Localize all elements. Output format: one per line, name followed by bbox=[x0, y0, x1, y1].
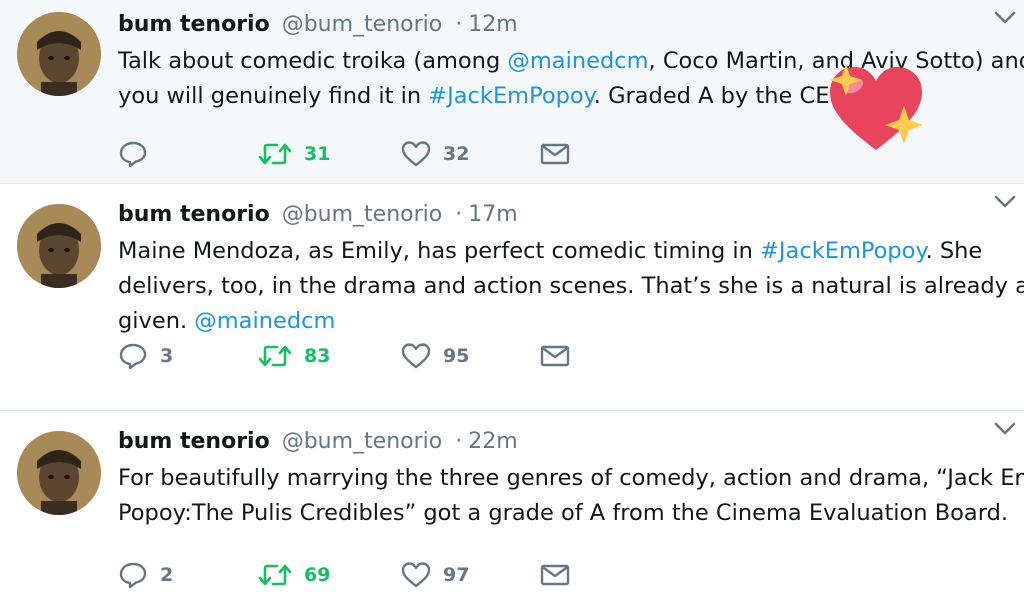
mention-link[interactable]: @mainedcm bbox=[507, 48, 648, 74]
tweet-text-line: Popoy:The Pulis Credibles” got a grade o… bbox=[118, 496, 1008, 531]
retweet-icon bbox=[258, 141, 292, 167]
direct-message-button[interactable] bbox=[540, 138, 570, 170]
timestamp[interactable]: 17m bbox=[468, 202, 517, 227]
tweet[interactable]: bum tenorio @bum_tenorio · 22m For beauti… bbox=[0, 411, 1024, 611]
reply-button[interactable]: 3 bbox=[118, 340, 258, 372]
hashtag-link[interactable]: #JackEmPopoy bbox=[428, 83, 594, 109]
envelope-icon bbox=[540, 563, 570, 587]
tweet[interactable]: bum tenorio @bum_tenorio · 17m Maine Mend… bbox=[0, 184, 1024, 411]
timestamp[interactable]: 12m bbox=[468, 12, 517, 37]
reply-icon bbox=[118, 342, 148, 370]
text-segment: . She bbox=[925, 238, 983, 264]
reply-count: 3 bbox=[160, 345, 174, 367]
heart-outline-icon bbox=[401, 140, 431, 168]
text-segment: . Graded A by the CEB. bbox=[593, 83, 853, 109]
tweet-text-line: Maine Mendoza, as Emily, has perfect com… bbox=[118, 234, 1004, 269]
direct-message-button[interactable] bbox=[540, 559, 570, 591]
like-count: 32 bbox=[443, 143, 470, 165]
heart-outline-icon bbox=[401, 561, 431, 589]
avatar[interactable] bbox=[17, 12, 101, 96]
tweet-header: bum tenorio @bum_tenorio · 17m bbox=[118, 200, 1004, 230]
hashtag-link[interactable]: #JackEmPopoy bbox=[760, 238, 926, 264]
tweet[interactable]: bum tenorio @bum_tenorio · 12m Talk about… bbox=[0, 0, 1024, 184]
chevron-down-icon[interactable] bbox=[992, 4, 1018, 30]
chevron-down-icon[interactable] bbox=[992, 415, 1018, 441]
retweet-icon bbox=[258, 562, 292, 588]
sparkling-heart-icon bbox=[826, 62, 926, 154]
like-button[interactable]: 97 bbox=[401, 559, 540, 591]
tweet-text-line: delivers, too, in the drama and action s… bbox=[118, 269, 1024, 304]
text-segment: For beautifully marrying the three genre… bbox=[118, 465, 1024, 491]
direct-message-button[interactable] bbox=[540, 340, 570, 372]
retweet-button[interactable]: 69 bbox=[258, 559, 401, 591]
text-segment: given. bbox=[118, 308, 195, 334]
avatar[interactable] bbox=[17, 204, 101, 288]
author-handle[interactable]: @bum_tenorio bbox=[282, 202, 443, 227]
author-handle[interactable]: @bum_tenorio bbox=[282, 12, 443, 37]
chevron-down-icon[interactable] bbox=[992, 188, 1018, 214]
text-segment: Popoy:The Pulis Credibles” got a grade o… bbox=[118, 500, 1009, 526]
author-name[interactable]: bum tenorio bbox=[118, 12, 270, 37]
tweet-actions: 2 69 97 bbox=[118, 559, 570, 591]
avatar[interactable] bbox=[17, 431, 101, 515]
reply-count: 2 bbox=[160, 564, 174, 586]
text-segment: Talk about comedic troika (among bbox=[118, 48, 508, 74]
envelope-icon bbox=[540, 142, 570, 166]
tweet-content: bum tenorio @bum_tenorio · 17m Maine Mend… bbox=[118, 200, 1024, 339]
reply-icon bbox=[118, 561, 148, 589]
tweet-text-line: For beautifully marrying the three genre… bbox=[118, 461, 1024, 496]
like-count: 95 bbox=[443, 345, 470, 367]
reply-icon bbox=[118, 140, 148, 168]
separator-dot: · bbox=[455, 429, 463, 454]
text-segment: delivers, too, in the drama and action s… bbox=[118, 273, 1024, 299]
retweet-button[interactable]: 31 bbox=[258, 138, 401, 170]
tweet-header: bum tenorio @bum_tenorio · 12m bbox=[118, 10, 1004, 40]
tweet-text-line: given. @mainedcm bbox=[118, 304, 1004, 339]
tweet-text: Maine Mendoza, as Emily, has perfect com… bbox=[118, 234, 1024, 339]
like-count: 97 bbox=[443, 564, 470, 586]
tweet-actions: 31 32 bbox=[118, 138, 570, 170]
timeline: bum tenorio @bum_tenorio · 12m Talk about… bbox=[0, 0, 1024, 611]
retweet-button[interactable]: 83 bbox=[258, 340, 401, 372]
tweet-actions: 3 83 95 bbox=[118, 340, 570, 372]
retweet-count: 83 bbox=[304, 345, 331, 367]
tweet-header: bum tenorio @bum_tenorio · 22m bbox=[118, 427, 1004, 457]
tweet-text: For beautifully marrying the three genre… bbox=[118, 461, 1024, 531]
timestamp[interactable]: 22m bbox=[468, 429, 517, 454]
mention-link[interactable]: @mainedcm bbox=[194, 308, 335, 334]
retweet-icon bbox=[258, 343, 292, 369]
reply-button[interactable] bbox=[118, 138, 258, 170]
separator-dot: · bbox=[455, 202, 463, 227]
envelope-icon bbox=[540, 344, 570, 368]
author-name[interactable]: bum tenorio bbox=[118, 202, 270, 227]
heart-outline-icon bbox=[401, 342, 431, 370]
retweet-count: 31 bbox=[304, 143, 331, 165]
author-name[interactable]: bum tenorio bbox=[118, 429, 270, 454]
author-handle[interactable]: @bum_tenorio bbox=[282, 429, 443, 454]
like-button[interactable]: 95 bbox=[401, 340, 540, 372]
text-segment: Maine Mendoza, as Emily, has perfect com… bbox=[118, 238, 761, 264]
tweet-content: bum tenorio @bum_tenorio · 22m For beauti… bbox=[118, 427, 1024, 531]
retweet-count: 69 bbox=[304, 564, 331, 586]
separator-dot: · bbox=[455, 12, 463, 37]
like-button[interactable]: 32 bbox=[401, 138, 540, 170]
text-segment: you will genuinely find it in bbox=[118, 83, 429, 109]
reply-button[interactable]: 2 bbox=[118, 559, 258, 591]
